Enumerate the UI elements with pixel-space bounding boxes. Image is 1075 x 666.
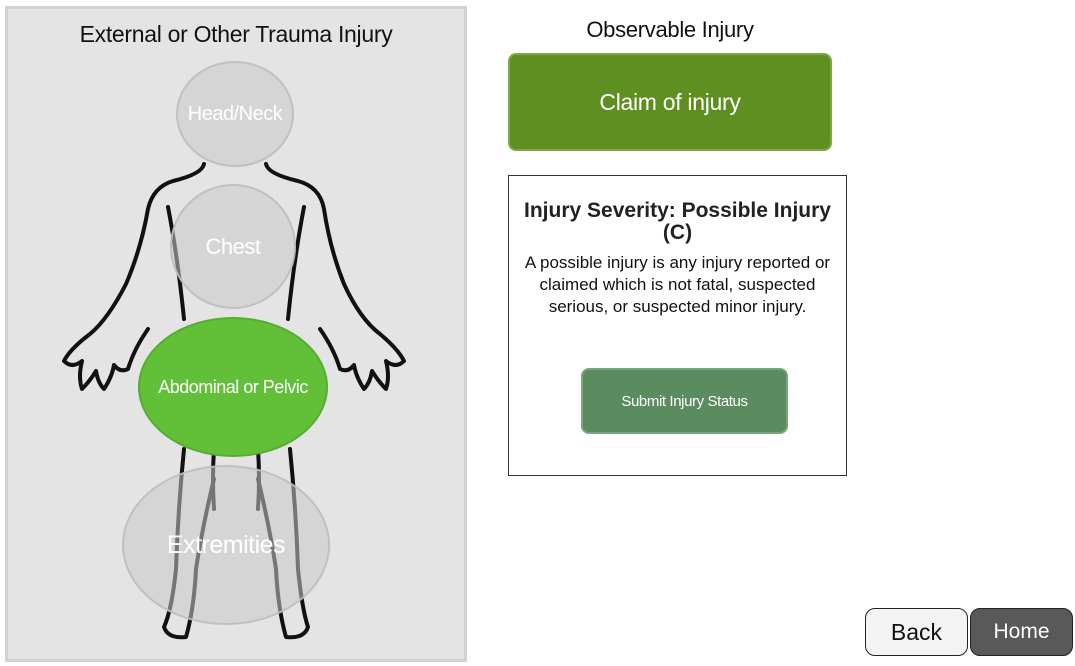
region-chest[interactable]: Chest (170, 184, 296, 309)
region-abdominal-pelvic-label: Abdominal or Pelvic (158, 376, 308, 397)
body-map-panel: External or Other Trauma Injury Head/Nec… (5, 6, 467, 662)
region-extremities-label: Extremities (166, 530, 286, 559)
back-button[interactable]: Back (865, 608, 968, 656)
observable-injury-label: Observable Injury (586, 17, 754, 42)
region-chest-label: Chest (205, 233, 261, 259)
severity-description: A possible injury is any injury reported… (524, 253, 831, 316)
region-head-neck[interactable]: Head/Neck (176, 61, 294, 167)
region-head-neck-label: Head/Neck (187, 102, 283, 125)
home-button[interactable]: Home (970, 608, 1073, 656)
region-extremities[interactable]: Extremities (122, 465, 330, 625)
severity-panel: Injury Severity: Possible Injury (C) A p… (508, 175, 847, 476)
claim-of-injury-button[interactable]: Claim of injury (508, 53, 832, 151)
submit-injury-status-button[interactable]: Submit Injury Status (581, 368, 788, 434)
region-abdominal-pelvic[interactable]: Abdominal or Pelvic (138, 317, 328, 457)
severity-title: Injury Severity: Possible Injury (C) (524, 199, 831, 244)
